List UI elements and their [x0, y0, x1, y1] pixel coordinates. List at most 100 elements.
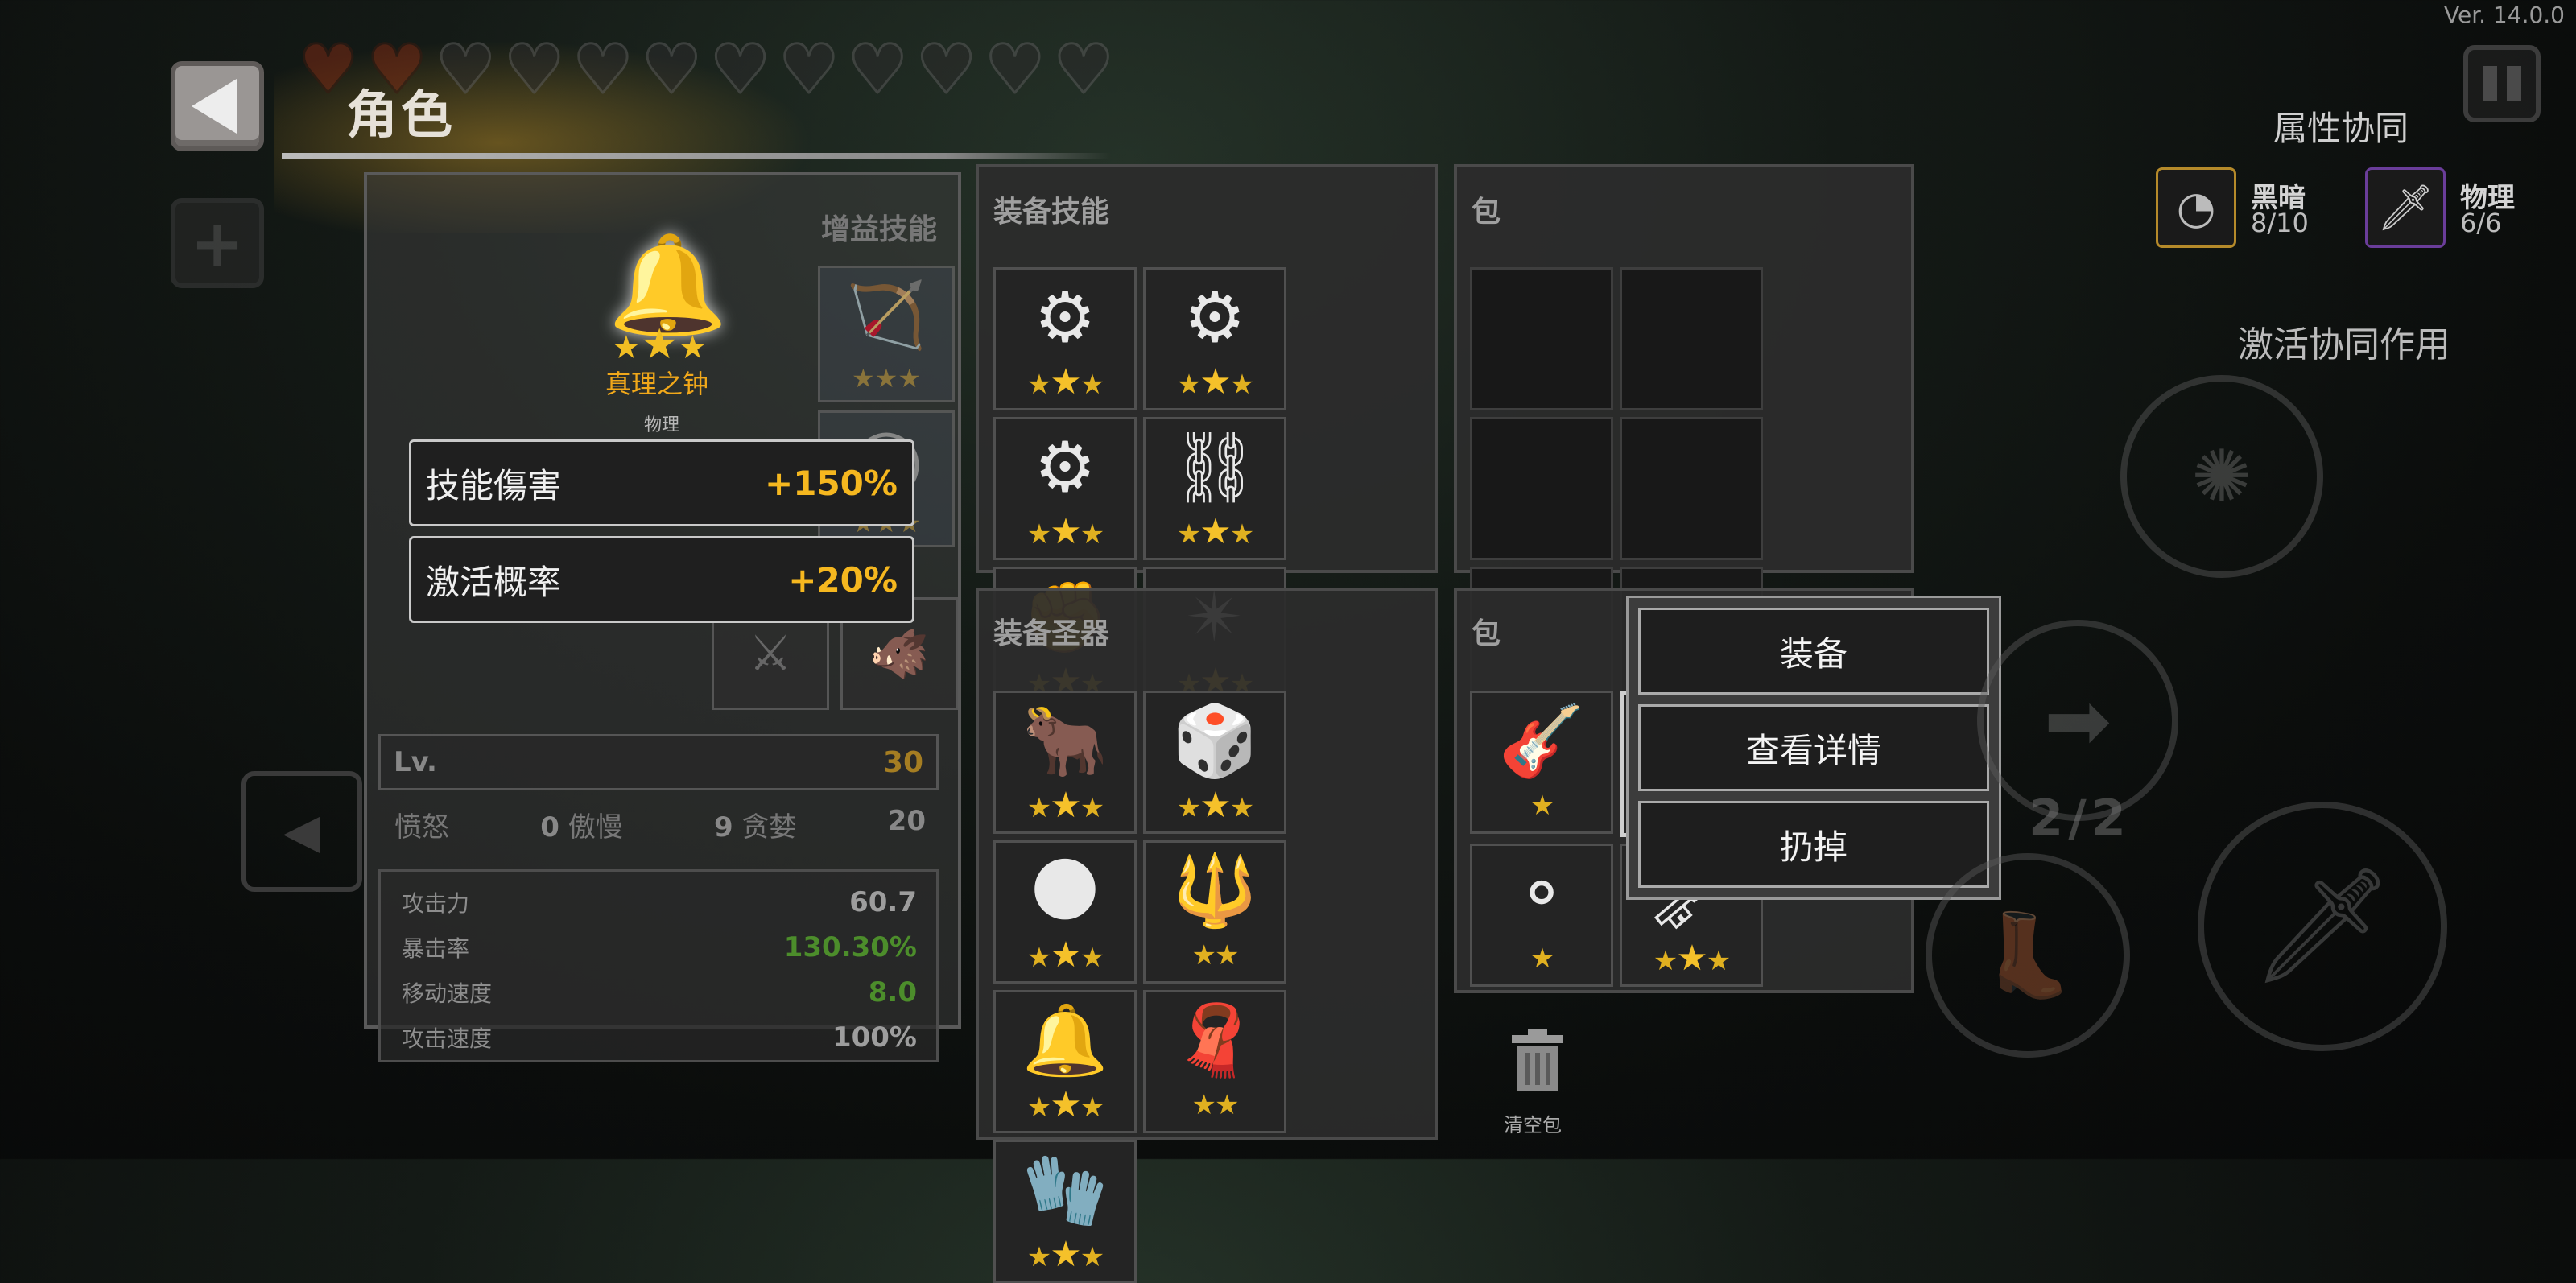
skill-bag-empty-slot[interactable]: [1620, 267, 1763, 410]
trash-icon[interactable]: [1507, 1027, 1568, 1093]
wave-counter: 2/2: [2029, 789, 2131, 848]
equip-relic-slot[interactable]: 🔱 ★★: [1143, 840, 1286, 984]
heart-icon: ♥: [846, 30, 909, 109]
attack-button[interactable]: 🗡: [2198, 802, 2447, 1051]
discard-button[interactable]: 扔掉: [1638, 801, 1989, 888]
heart-icon: ♥: [708, 30, 771, 109]
green-dice-icon: 🎲: [1171, 701, 1258, 782]
heart-icon: ♥: [1052, 30, 1115, 109]
beast-icon: 🐗: [869, 625, 930, 683]
relic-bag-slot[interactable]: ⚬ ★: [1470, 844, 1613, 987]
equip-button[interactable]: 装备: [1638, 608, 1989, 695]
sin-stats: 愤怒 0 傲慢 9 贪婪 20: [394, 805, 926, 844]
item-stars: ★: [1530, 943, 1555, 975]
item-stars: ★★★: [1026, 1084, 1104, 1125]
left-arrow-button[interactable]: ◀: [242, 771, 362, 892]
dark-bell-icon: 🔔: [1022, 1000, 1108, 1081]
attr-crit-rate: 暴击率 130.30%: [402, 931, 917, 963]
equip-relic-slot[interactable]: 🧣 ★★: [1143, 990, 1286, 1133]
heart-icon: ♥: [502, 30, 565, 109]
red-scarf-icon: 🧣: [1171, 1000, 1258, 1081]
equip-relics-title: 装备圣器: [993, 617, 1110, 650]
item-stars: ★★★: [1176, 511, 1254, 552]
skill-joystick[interactable]: ✺: [2120, 375, 2323, 578]
equip-skill-slot[interactable]: ⚙ ★★★: [993, 267, 1137, 410]
winged-boot-icon: 👢: [1977, 908, 2079, 1002]
level-bar: Lv. 30: [378, 734, 939, 790]
equip-skill-slot[interactable]: ⛓ ★★★: [1143, 417, 1286, 560]
arrow-right-icon: ➡: [2044, 673, 2112, 768]
blades-icon: ⚔: [749, 625, 792, 682]
item-stars: ★★★: [1176, 361, 1254, 402]
heart-icon: ♥: [914, 30, 977, 109]
heart-icon: ♥: [572, 30, 634, 109]
jump-button[interactable]: 👢: [1926, 853, 2130, 1058]
equip-skill-slot[interactable]: ⚙ ★★★: [1143, 267, 1286, 410]
equip-skills-title: 装备技能: [993, 196, 1110, 229]
equip-relic-slot[interactable]: 🧤 ★★★: [993, 1140, 1137, 1283]
item-stars: ★★★: [1653, 938, 1731, 979]
synergy-physical-value: 6/6: [2460, 208, 2502, 238]
equip-relic-slot[interactable]: 🔔 ★★★: [993, 990, 1137, 1133]
item-stars: ★★★: [1176, 785, 1254, 826]
sword-icon: 🗡: [2251, 860, 2394, 992]
back-button[interactable]: [171, 61, 264, 151]
item-type: 物理: [644, 415, 680, 435]
item-stars: ★★★: [1026, 511, 1104, 552]
physical-synergy-icon[interactable]: 🗡: [2365, 167, 2446, 248]
item-stars: ★★: [1191, 939, 1240, 972]
page-title: 角色: [346, 86, 456, 146]
equip-relics-grid: 🐂 ★★★ 🎲 ★★★ 🌑 ★★★ 🔱 ★★ 🔔 ★★★ 🧣 ★★ 🧤 ★★★: [993, 691, 1428, 1283]
dark-glove-icon: 🧤: [1022, 1150, 1108, 1231]
item-stars: ★★★: [612, 320, 708, 369]
item-name: 真理之钟: [605, 369, 709, 399]
dark-staff-icon: 🔱: [1171, 851, 1258, 931]
item-stars: ★★: [1191, 1089, 1240, 1121]
skill-bag-panel: 包: [1454, 164, 1914, 710]
equip-skills-panel: 装备技能 ⚙★★★⚙★★★⚙★★★⛓★★★✊★★★✴★★★: [976, 164, 1438, 710]
item-stars: ★★★: [1026, 934, 1104, 976]
lute-icon: 🎸: [1498, 701, 1585, 782]
golden-ox-icon: 🐂: [1022, 701, 1108, 782]
clear-bag-label[interactable]: 清空包: [1504, 1109, 1562, 1137]
buff-skill-slot[interactable]: 🏹 ★★★: [818, 266, 955, 402]
hook-launcher-icon: ⛓: [1170, 427, 1259, 508]
gear-ring-icon: ⚙: [1183, 278, 1246, 358]
heart-icon: ♥: [778, 30, 840, 109]
item-context-menu: 装备 查看详情 扔掉: [1626, 596, 2001, 900]
target-icon: ✺: [2191, 434, 2252, 519]
dark-synergy-icon[interactable]: ◔: [2156, 167, 2236, 248]
skill-bag-empty-slot[interactable]: [1470, 267, 1613, 410]
small-orb-icon: ⚬: [1512, 854, 1571, 934]
heart-icon: ♥: [640, 30, 703, 109]
relic-bag-title: 包: [1472, 617, 1501, 650]
gear-ring-icon: ⚙: [1034, 278, 1096, 358]
version-label: Ver. 14.0.0: [2443, 2, 2565, 28]
synergy-title: 属性协同: [2273, 109, 2409, 148]
pause-button[interactable]: [2463, 45, 2541, 122]
skill-bag-empty-slot[interactable]: [1470, 417, 1613, 560]
equip-relic-slot[interactable]: 🐂 ★★★: [993, 691, 1137, 834]
equip-skill-slot[interactable]: ⚙ ★★★: [993, 417, 1137, 560]
item-stars: ★★★: [1026, 1234, 1104, 1275]
item-stars: ★★★: [1026, 361, 1104, 402]
back-arrow-icon: [192, 79, 237, 134]
synergy-dark-value: 8/10: [2251, 208, 2309, 238]
equip-relic-slot[interactable]: 🌑 ★★★: [993, 840, 1137, 984]
heart-icon: ♥: [984, 30, 1046, 109]
add-button[interactable]: +: [171, 198, 264, 288]
item-stars: ★★★: [1026, 785, 1104, 826]
equip-relic-slot[interactable]: 🎲 ★★★: [1143, 691, 1286, 834]
attr-attack-speed: 攻击速度 100%: [402, 1021, 917, 1054]
buff-skill-title: 增益技能: [821, 213, 938, 246]
relic-bag-slot[interactable]: 🎸 ★: [1470, 691, 1613, 834]
skill-bag-empty-slot[interactable]: [1620, 417, 1763, 560]
gear-ring-icon: ⚙: [1034, 427, 1096, 508]
view-details-button[interactable]: 查看详情: [1638, 704, 1989, 791]
activate-synergy-label: 激活协同作用: [2238, 324, 2450, 365]
title-underline: [282, 153, 1111, 159]
attr-attack: 攻击力 60.7: [402, 886, 917, 918]
dark-moon-icon: 🌑: [1029, 851, 1101, 931]
stat-skill-damage: 技能傷害 +150%: [409, 439, 914, 526]
equip-relics-panel: 装备圣器 🐂 ★★★ 🎲 ★★★ 🌑 ★★★ 🔱 ★★ 🔔 ★★★ 🧣 ★★ 🧤 ★★★: [976, 588, 1438, 1283]
